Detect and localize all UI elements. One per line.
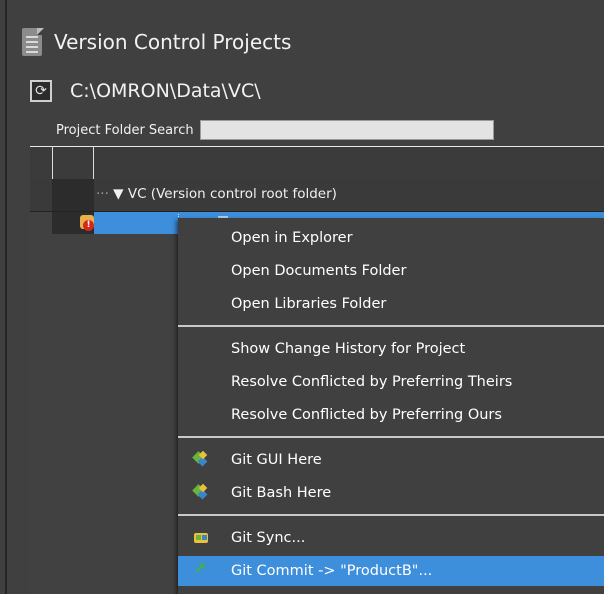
- version-control-panel: Version Control Projects ⟳ C:\OMRON\Data…: [0, 0, 604, 594]
- root-path: C:\OMRON\Data\VC\: [70, 80, 261, 102]
- panel-title: Version Control Projects: [54, 30, 292, 54]
- git-sync-icon: [193, 530, 209, 546]
- root-folder-label[interactable]: ··· ▼ VC (Version control root folder): [96, 186, 337, 202]
- menu-item-label: Git GUI Here: [231, 452, 322, 468]
- git-gui-icon: [192, 450, 209, 468]
- project-folder-search-input[interactable]: [199, 120, 494, 140]
- git-bash-icon: [192, 483, 209, 501]
- status-cell: !: [52, 212, 94, 234]
- menu-item-show-change-history[interactable]: Show Change History for Project: [178, 334, 604, 364]
- tree-row-root[interactable]: ··· ▼ VC (Version control root folder): [30, 179, 604, 212]
- menu-item-label: Git Commit -> "ProductB"...: [231, 563, 433, 579]
- menu-item-git-sync[interactable]: Git Sync...: [178, 523, 604, 553]
- search-bar: Project Folder Search: [56, 119, 494, 141]
- menu-item-resolve-theirs[interactable]: Resolve Conflicted by Preferring Theirs: [178, 367, 604, 397]
- refresh-button[interactable]: ⟳: [30, 80, 52, 102]
- menu-item-label: Git Sync...: [231, 530, 306, 546]
- menu-item-label: Resolve Conflicted by Preferring Theirs: [231, 374, 513, 390]
- expand-toggle[interactable]: ▼: [113, 186, 123, 202]
- menu-item-open-libraries-folder[interactable]: Open Libraries Folder: [178, 289, 604, 319]
- git-commit-arrow-icon: ↗: [193, 559, 207, 578]
- menu-separator: [178, 436, 604, 438]
- menu-item-label: Git Bash Here: [231, 485, 332, 501]
- menu-item-git-commit[interactable]: ↗ Git Commit -> "ProductB"...: [178, 556, 604, 586]
- menu-item-open-documents-folder[interactable]: Open Documents Folder: [178, 256, 604, 286]
- menu-separator: [178, 514, 604, 516]
- context-menu: Open in Explorer Open Documents Folder O…: [178, 218, 604, 594]
- grid-header: [30, 146, 604, 179]
- panel-header: Version Control Projects: [22, 24, 291, 60]
- refresh-icon: ⟳: [35, 83, 47, 99]
- menu-item-open-in-explorer[interactable]: Open in Explorer: [178, 223, 604, 253]
- panel-border: [5, 0, 7, 594]
- menu-item-label: Show Change History for Project: [231, 341, 466, 357]
- menu-item-label: Resolve Conflicted by Preferring Ours: [231, 407, 502, 423]
- menu-item-label: Open in Explorer: [231, 230, 353, 246]
- menu-item-label: Open Libraries Folder: [231, 296, 387, 312]
- status-cell: [52, 179, 94, 211]
- menu-item-git-gui-here[interactable]: Git GUI Here: [178, 445, 604, 475]
- root-folder-name: VC (Version control root folder): [127, 186, 337, 202]
- menu-separator: [178, 325, 604, 327]
- document-list-icon: [22, 28, 44, 56]
- path-bar: ⟳ C:\OMRON\Data\VC\: [30, 76, 261, 106]
- search-label: Project Folder Search: [56, 122, 194, 138]
- menu-item-resolve-ours[interactable]: Resolve Conflicted by Preferring Ours: [178, 400, 604, 430]
- tree-connector: ···: [96, 186, 109, 202]
- menu-item-label: Open Documents Folder: [231, 263, 407, 279]
- menu-item-git-bash-here[interactable]: Git Bash Here: [178, 478, 604, 508]
